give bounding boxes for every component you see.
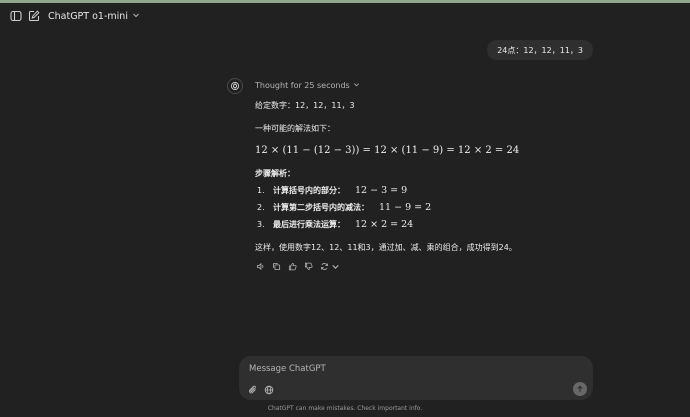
edit-icon[interactable]	[27, 9, 41, 23]
thought-label: Thought for 25 seconds	[255, 81, 350, 90]
step-equation: 11 − 9 = 2	[379, 202, 432, 213]
arrow-up-icon	[577, 385, 583, 392]
message-input[interactable]: Message ChatGPT	[249, 364, 326, 374]
step-number: 3.	[257, 220, 265, 229]
speaker-icon[interactable]	[255, 261, 265, 271]
given-numbers: 给定数字：12，12，11，3	[255, 101, 355, 110]
step-label: 计算括号内的部分：	[273, 186, 345, 195]
top-bar: ChatGPT o1-mini	[0, 3, 690, 29]
step-number: 1.	[257, 186, 265, 195]
step-number: 2.	[257, 203, 265, 212]
chevron-down-icon	[132, 11, 140, 22]
globe-icon[interactable]	[263, 384, 274, 395]
model-selector[interactable]: ChatGPT o1-mini	[48, 9, 140, 23]
steps-title: 步骤解析：	[255, 169, 295, 178]
conclusion-text: 这样，使用数字12、12、11和3，通过加、减、乘的组合，成功得到24。	[255, 243, 517, 252]
regenerate-icon[interactable]	[319, 261, 329, 271]
step-item: 1. 计算括号内的部分： 12 − 3 = 9	[257, 185, 407, 196]
step-equation: 12 × 2 = 24	[355, 219, 414, 230]
main-equation: 12 × (11 − (12 − 3)) = 12 × (11 − 9) = 1…	[255, 145, 520, 156]
paperclip-icon[interactable]	[247, 384, 258, 395]
user-message: 24点：12，12，11，3	[487, 40, 593, 60]
message-composer[interactable]: Message ChatGPT	[239, 356, 593, 400]
thought-toggle[interactable]: Thought for 25 seconds	[255, 81, 360, 90]
message-actions	[255, 261, 340, 271]
sidebar-toggle-icon[interactable]	[9, 9, 23, 23]
step-item: 2. 计算第二步括号内的减法： 11 − 9 = 2	[257, 202, 431, 213]
disclaimer-text: ChatGPT can make mistakes. Check importa…	[267, 405, 423, 412]
step-item: 3. 最后进行乘法运算： 12 × 2 = 24	[257, 219, 413, 230]
solution-intro: 一种可能的解法如下：	[255, 124, 335, 133]
send-button[interactable]	[573, 382, 587, 396]
model-name: ChatGPT o1-mini	[48, 10, 128, 22]
thumbs-down-icon[interactable]	[303, 261, 313, 271]
chevron-down-icon	[353, 81, 360, 90]
step-label: 计算第二步括号内的减法：	[273, 203, 369, 212]
step-equation: 12 − 3 = 9	[355, 185, 408, 196]
openai-logo-icon	[227, 78, 243, 94]
copy-icon[interactable]	[271, 261, 281, 271]
thumbs-up-icon[interactable]	[287, 261, 297, 271]
chevron-down-icon[interactable]	[330, 261, 340, 271]
step-label: 最后进行乘法运算：	[273, 220, 345, 229]
